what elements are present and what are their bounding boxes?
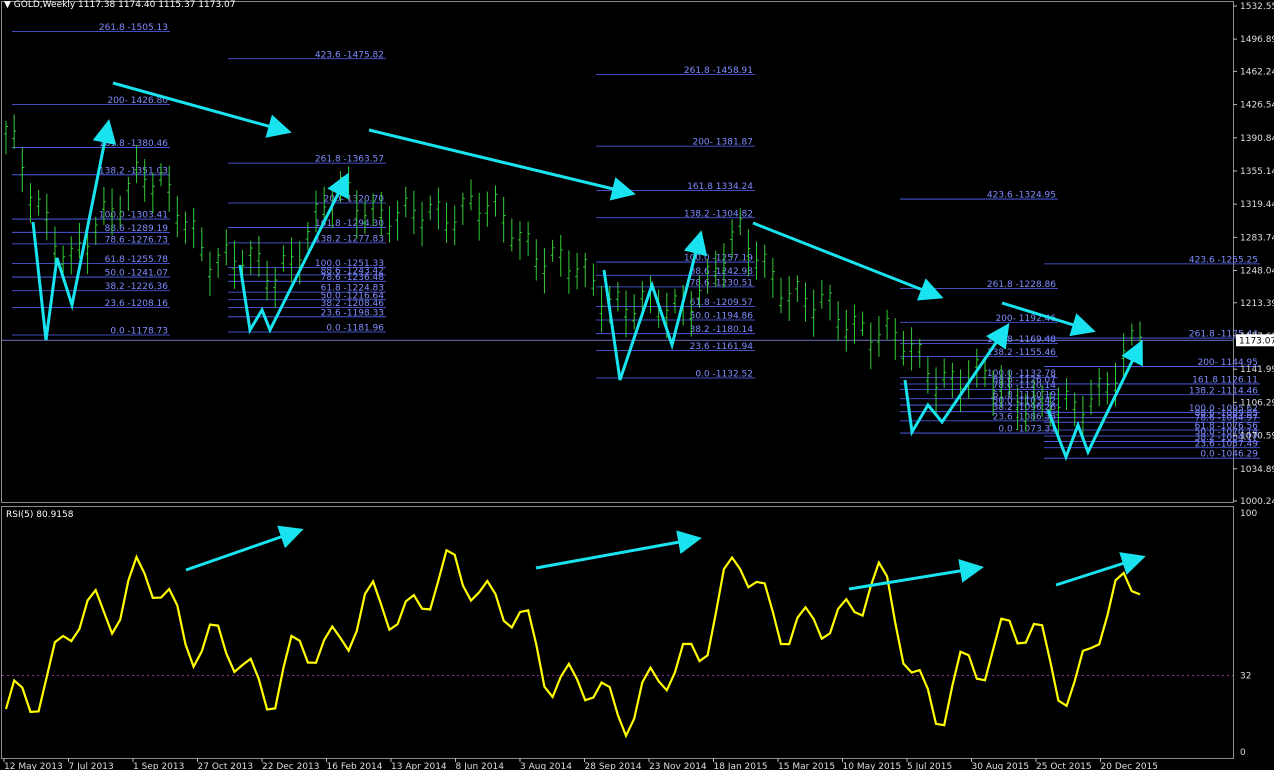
fib-level-label: 38.2 -1226.36	[105, 282, 169, 292]
rsi-tick-label: 0	[1240, 748, 1246, 758]
current-price-label: 1173.07	[1239, 336, 1274, 346]
fib-level-label: 88.6 -1289.19	[105, 224, 169, 234]
date-label: 15 Mar 2015	[778, 762, 835, 770]
fib-level-label: 138.2 -1114.46	[1189, 386, 1258, 396]
trend-arrow	[185, 525, 304, 572]
price-tick-label: 1319.44	[1240, 200, 1274, 210]
price-tick-label: 1248.04	[1240, 267, 1274, 277]
fib-level-label: 78.6 -1236.48	[321, 273, 385, 283]
gold-weekly-chart[interactable]: 261.8 -1505.13200- 1426.80161.8 -1380.46…	[0, 0, 1274, 770]
fib-level-label: 23.6 -1161.94	[690, 342, 754, 352]
trend-arrow	[368, 128, 636, 201]
fib-level-label: 261.8 -1505.13	[99, 23, 168, 33]
fib-level-label: 161.8 -1380.46	[99, 139, 168, 149]
fib-level-label: 138.2 -1351.03	[99, 166, 168, 176]
fib-level-label: 138.2 -1304.82	[684, 209, 753, 219]
fib-level-label: 50.0 -1194.86	[690, 312, 754, 322]
fib-level-label: 0.0 -1181.96	[326, 324, 384, 334]
trend-arrow	[535, 530, 702, 570]
fib-level-label: 261.8 -1228.86	[987, 280, 1056, 290]
date-label: 18 Jan 2015	[714, 762, 768, 770]
fib-level-label: 38.2 -1180.14	[690, 325, 754, 335]
trend-arrows	[31, 81, 1146, 591]
date-label: 27 Oct 2013	[198, 762, 254, 770]
fib-level-label: 200- 1381.87	[692, 138, 753, 148]
fib-level-label: 0.0 -1073.31	[998, 425, 1056, 435]
price-tick-label: 1000.24	[1240, 497, 1274, 507]
date-label: 22 Dec 2013	[262, 762, 320, 770]
price-tick-label: 1034.89	[1240, 465, 1274, 475]
price-tick-label: 1070.59	[1240, 432, 1274, 442]
date-label: 16 Feb 2014	[327, 762, 383, 770]
price-tick-label: 1426.54	[1240, 101, 1274, 111]
rsi-polyline	[4, 548, 1141, 739]
dropdown-icon[interactable]: ▼	[4, 0, 11, 10]
date-label: 7 Jul 2013	[69, 762, 114, 770]
fib-level-label: 423.6 -1255.25	[1189, 255, 1258, 265]
price-tick-label: 1462.24	[1240, 67, 1274, 77]
date-label: 8 Jun 2014	[456, 762, 505, 770]
fib-level-label: 50.0 -1241.07	[105, 269, 168, 279]
fib-level-label: 0.0 -1132.52	[695, 369, 753, 379]
date-label: 28 Sep 2014	[585, 762, 642, 770]
rsi-value: 80.9158	[36, 510, 74, 520]
price-bars	[4, 114, 1142, 441]
price-tick-label: 1213.39	[1240, 299, 1274, 309]
rsi-name: RSI(5)	[6, 510, 34, 520]
fib-level-label: 0.0 -1046.29	[1200, 450, 1258, 460]
fib-level-label: 261.8 -1458.91	[684, 66, 753, 76]
price-tick-label: 1496.89	[1240, 35, 1274, 45]
fib-level-label: 23.6 -1198.33	[321, 308, 384, 318]
date-label: 23 Nov 2014	[649, 762, 707, 770]
fibonacci-levels: 261.8 -1505.13200- 1426.80161.8 -1380.46…	[12, 23, 1260, 460]
rsi-tick-label: 100	[1240, 509, 1257, 519]
fib-level-label: 0.0 -1178.73	[110, 327, 168, 337]
price-tick-label: 1355.14	[1240, 167, 1274, 177]
price-tick-label: 1532.55	[1240, 2, 1274, 12]
trend-arrow	[848, 559, 984, 591]
wave-arrow	[1046, 339, 1143, 462]
fib-level-label: 23.6 -1208.16	[105, 299, 169, 309]
fib-level-label: 423.6 -1324.95	[987, 191, 1056, 201]
date-label: 5 Jul 2015	[907, 762, 952, 770]
date-label: 10 May 2015	[843, 762, 902, 770]
fib-level-label: 161.8 1126.11	[1192, 375, 1258, 385]
fib-level-label: 261.8 -1363.57	[315, 155, 384, 165]
date-label: 3 Aug 2014	[520, 762, 572, 770]
price-tick-label: 1283.74	[1240, 233, 1274, 243]
fib-level-label: 423.6 -1475.82	[315, 50, 384, 60]
rsi-tick-label: 32	[1240, 672, 1251, 682]
date-label: 13 Apr 2014	[391, 762, 447, 770]
date-label: 20 Dec 2015	[1101, 762, 1159, 770]
trend-arrow	[112, 81, 292, 138]
rsi-line	[4, 548, 1141, 739]
fib-level-label: 61.8 -1255.78	[105, 255, 169, 265]
rsi-panel-frame	[1, 506, 1234, 759]
fib-level-label: 161.8 1334.24	[687, 182, 753, 192]
fib-level-label: 200- 1192.46	[995, 314, 1056, 324]
date-label: 30 Aug 2015	[972, 762, 1030, 770]
fib-level-label: 78.6 -1276.73	[105, 235, 168, 245]
fib-level-label: 138.2 -1277.83	[315, 234, 384, 244]
price-tick-label: 1141.99	[1240, 365, 1274, 375]
fib-level-label: 100.0 -1303.41	[99, 211, 168, 221]
ohlc-values: 1117.38 1174.40 1115.37 1173.07	[78, 0, 236, 10]
chart-header: ▼ GOLD,Weekly 1117.38 1174.40 1115.37 11…	[4, 0, 235, 10]
symbol-label: GOLD,Weekly	[13, 0, 76, 10]
date-label: 12 May 2013	[4, 762, 63, 770]
date-label: 25 Oct 2015	[1036, 762, 1092, 770]
fib-level-label: 138.2 -1155.46	[987, 348, 1056, 358]
rsi-header: RSI(5) 80.9158	[6, 510, 73, 520]
date-label: 1 Sep 2013	[133, 762, 184, 770]
price-tick-label: 1390.84	[1240, 134, 1274, 144]
price-tick-label: 1106.29	[1240, 398, 1274, 408]
